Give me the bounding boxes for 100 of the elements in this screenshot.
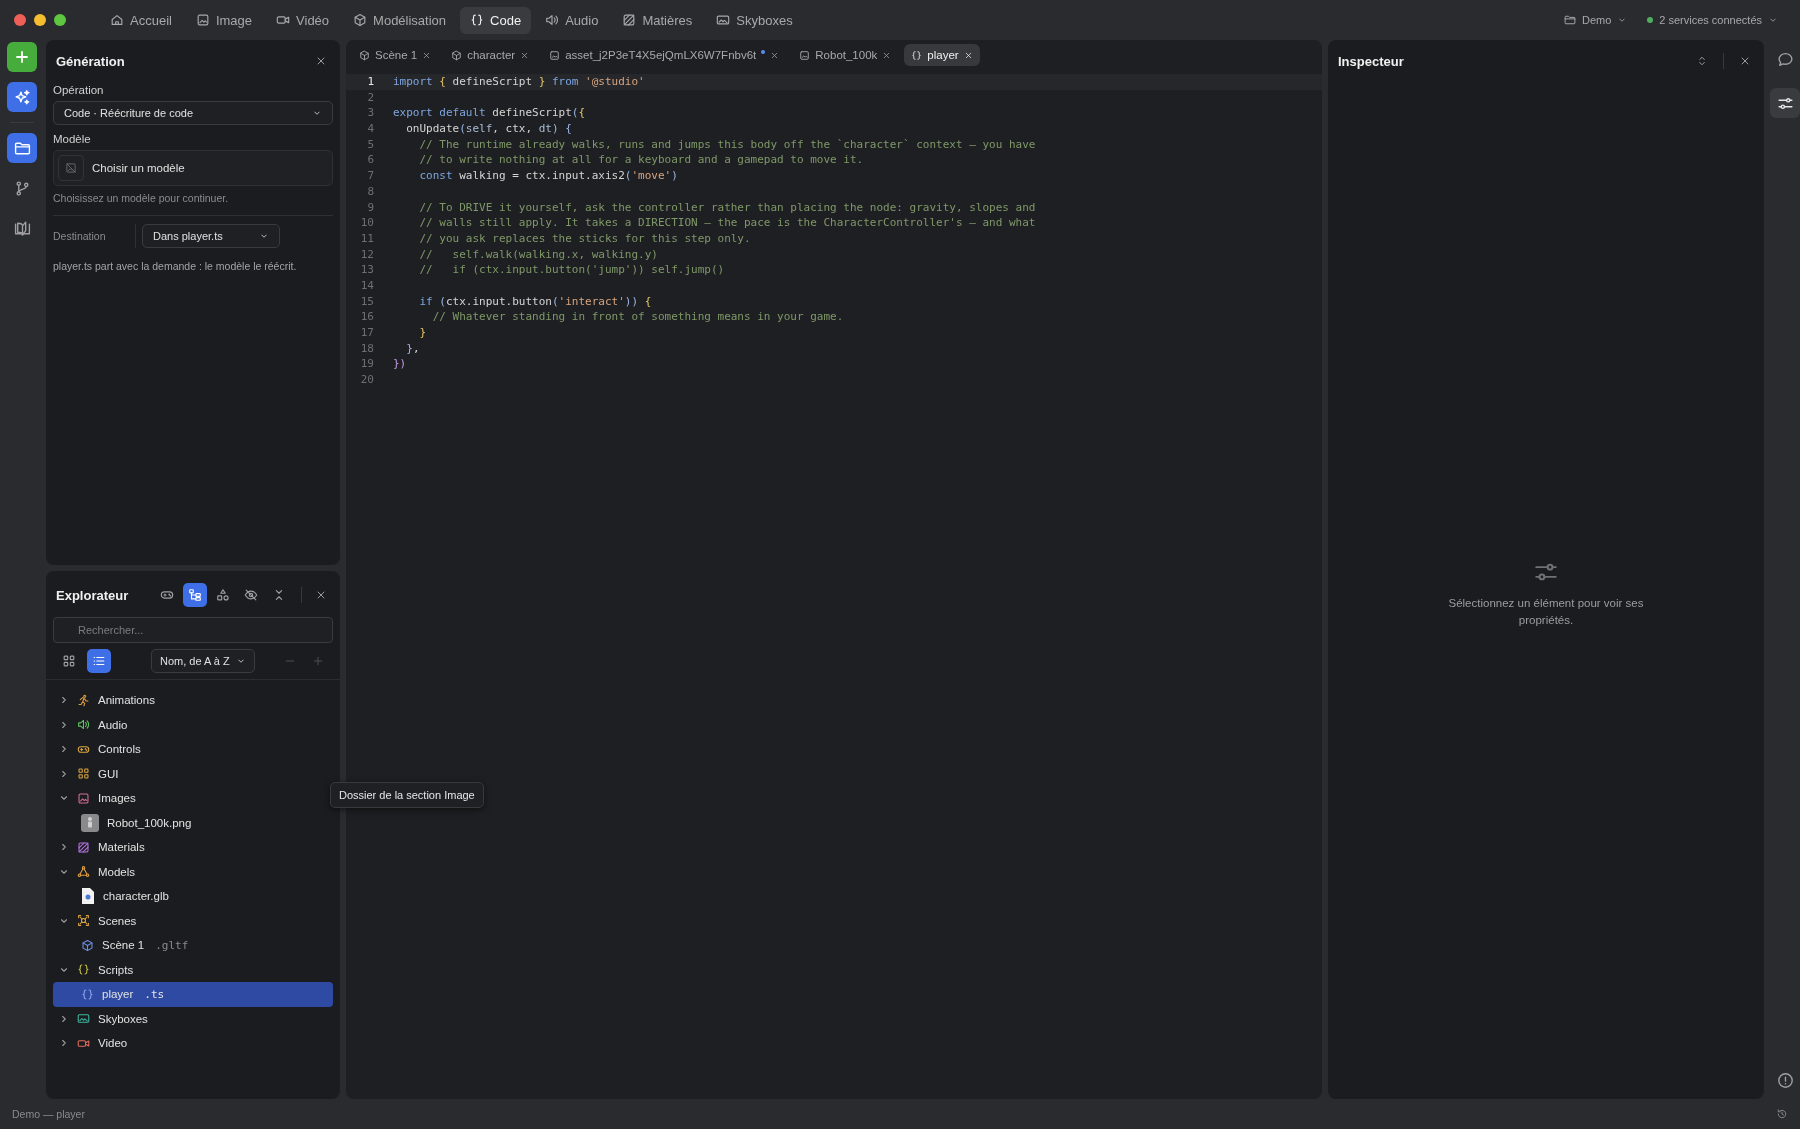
chevron-right-icon[interactable]	[59, 744, 69, 755]
destination-select[interactable]: Dans player.ts	[142, 224, 280, 248]
chevron-right-icon[interactable]	[59, 1013, 69, 1024]
note-text: player.ts part avec la demande : le modèle le réécrit.	[53, 260, 298, 272]
model-picker[interactable]: Choisir un modèle	[53, 150, 333, 186]
nav-tab[interactable]: Matières	[612, 6, 703, 34]
zoom-window-button[interactable]	[54, 14, 66, 26]
line-number: 12	[359, 246, 374, 263]
nav-tab[interactable]: Modélisation	[343, 6, 457, 34]
code-line: // if (ctx.input.button('jump')) self.jump()	[418, 262, 725, 278]
line-number: 9	[366, 199, 374, 216]
landscape-icon	[716, 13, 731, 27]
tree-item[interactable]: player .ts	[53, 982, 333, 1007]
scene-icon	[77, 914, 90, 928]
line-number: 3	[366, 105, 374, 122]
line-number: 20	[359, 372, 374, 388]
braces-icon	[470, 13, 485, 27]
sidebar-button[interactable]	[7, 82, 37, 112]
no-image-icon	[65, 162, 77, 174]
plus-icon	[312, 655, 324, 667]
image-icon	[549, 49, 561, 61]
tree-item[interactable]: Materials	[53, 835, 333, 860]
line-number: 8	[366, 183, 374, 200]
editor-tab[interactable]: Scène 1	[352, 44, 439, 66]
home-icon	[110, 13, 124, 27]
code-line: // walls still apply. It takes a DIRECTION — the pace is the CharacterController's — and what	[418, 215, 1036, 231]
tree-item[interactable]: Robot_100k.png	[53, 810, 333, 835]
chevron-right-icon[interactable]	[59, 719, 69, 730]
tree-item[interactable]: Images	[53, 786, 333, 811]
chevron-down-icon	[1617, 15, 1628, 25]
chevron-right-icon[interactable]	[59, 695, 69, 706]
search-field[interactable]: Rechercher...	[53, 617, 333, 643]
chevron-down-icon	[312, 108, 322, 118]
tree-item[interactable]: Video	[53, 1031, 333, 1056]
close-window-button[interactable]	[14, 14, 26, 26]
sidebar-button[interactable]	[1770, 88, 1800, 118]
view-toggle[interactable]	[87, 649, 111, 673]
line-number: 13	[359, 262, 374, 278]
line-number: 17	[359, 325, 374, 341]
editor-tab[interactable]: asset_j2P3eT4X5ejQmLX6W7Fnbv6t	[542, 44, 787, 66]
project-menu[interactable]: Demo	[1555, 10, 1636, 30]
editor-tab[interactable]: character	[444, 44, 537, 66]
nav-tab[interactable]: Audio	[535, 6, 609, 34]
tree-item[interactable]: character.glb	[53, 884, 333, 909]
nav-tab[interactable]: Accueil	[100, 6, 182, 34]
close-icon	[315, 589, 327, 601]
tree-item[interactable]: Skyboxes	[53, 1006, 333, 1031]
tree-item[interactable]: Audio	[53, 712, 333, 737]
hatched-square-icon	[622, 13, 637, 27]
gamepad-icon	[160, 588, 174, 602]
editor-tab[interactable]: Robot_100k	[792, 44, 899, 66]
minimize-window-button[interactable]	[34, 14, 46, 26]
nav-tab[interactable]: Code	[460, 6, 532, 34]
node-graph-icon	[77, 865, 90, 879]
empty-state-text: Sélectionnez un élément pour voir ses propriétés.	[1447, 596, 1645, 628]
services-menu[interactable]: 2 services connectés	[1639, 10, 1786, 30]
history-icon	[1776, 1108, 1788, 1120]
tree-item[interactable]: GUI	[53, 761, 333, 786]
nav-tab[interactable]: Image	[185, 6, 263, 34]
image-icon	[195, 13, 210, 27]
operation-select[interactable]: Code · Réécriture de code	[53, 101, 333, 125]
nav-tab[interactable]: Skyboxes	[706, 6, 803, 34]
nav-tab[interactable]: Vidéo	[266, 6, 340, 34]
tree-item[interactable]: Scenes	[53, 908, 333, 933]
code-line: }	[418, 325, 427, 341]
cube-icon	[81, 938, 94, 952]
line-number: 6	[366, 152, 374, 169]
chevron-right-icon[interactable]	[59, 842, 69, 853]
line-number: 7	[366, 168, 374, 184]
speaker-icon	[77, 718, 90, 732]
editor-tab[interactable]: player	[904, 44, 980, 66]
code-line: // self.walk(walking.x, walking.y)	[418, 246, 658, 263]
toolbar-button[interactable]	[183, 583, 207, 607]
braces-icon	[81, 987, 94, 1001]
book-icon	[13, 219, 31, 237]
panel-title: Inspecteur	[1338, 53, 1405, 69]
hint-text: Choisissez un modèle pour continuer.	[53, 192, 230, 204]
image-icon	[799, 49, 811, 61]
line-number: 14	[359, 277, 374, 294]
sort-select[interactable]: Nom, de A à Z	[151, 649, 255, 673]
code-line: },	[405, 340, 420, 357]
chevron-right-icon[interactable]	[59, 1038, 69, 1049]
tree-item[interactable]: Models	[53, 859, 333, 884]
code-line: const walking = ctx.input.axis2('move')	[418, 168, 678, 184]
tree-item[interactable]: Scripts	[53, 957, 333, 982]
chevron-right-icon[interactable]	[59, 768, 69, 779]
tree-item[interactable]: Animations	[53, 688, 333, 713]
sidebar-button[interactable]	[7, 133, 37, 163]
braces-icon	[77, 963, 90, 977]
speaker-icon	[545, 13, 560, 27]
hatched-square-icon	[77, 840, 90, 854]
plus-icon	[14, 49, 30, 65]
tree-item[interactable]: Controls	[53, 737, 333, 762]
add-button[interactable]	[7, 42, 37, 72]
close-icon	[882, 50, 892, 60]
line-number: 1	[366, 74, 374, 90]
sparkle-icon	[13, 88, 31, 106]
grid-icon	[77, 767, 90, 781]
tree-item[interactable]: Scène 1 .gltf	[53, 933, 333, 958]
code-line: export default defineScript({	[392, 105, 586, 122]
